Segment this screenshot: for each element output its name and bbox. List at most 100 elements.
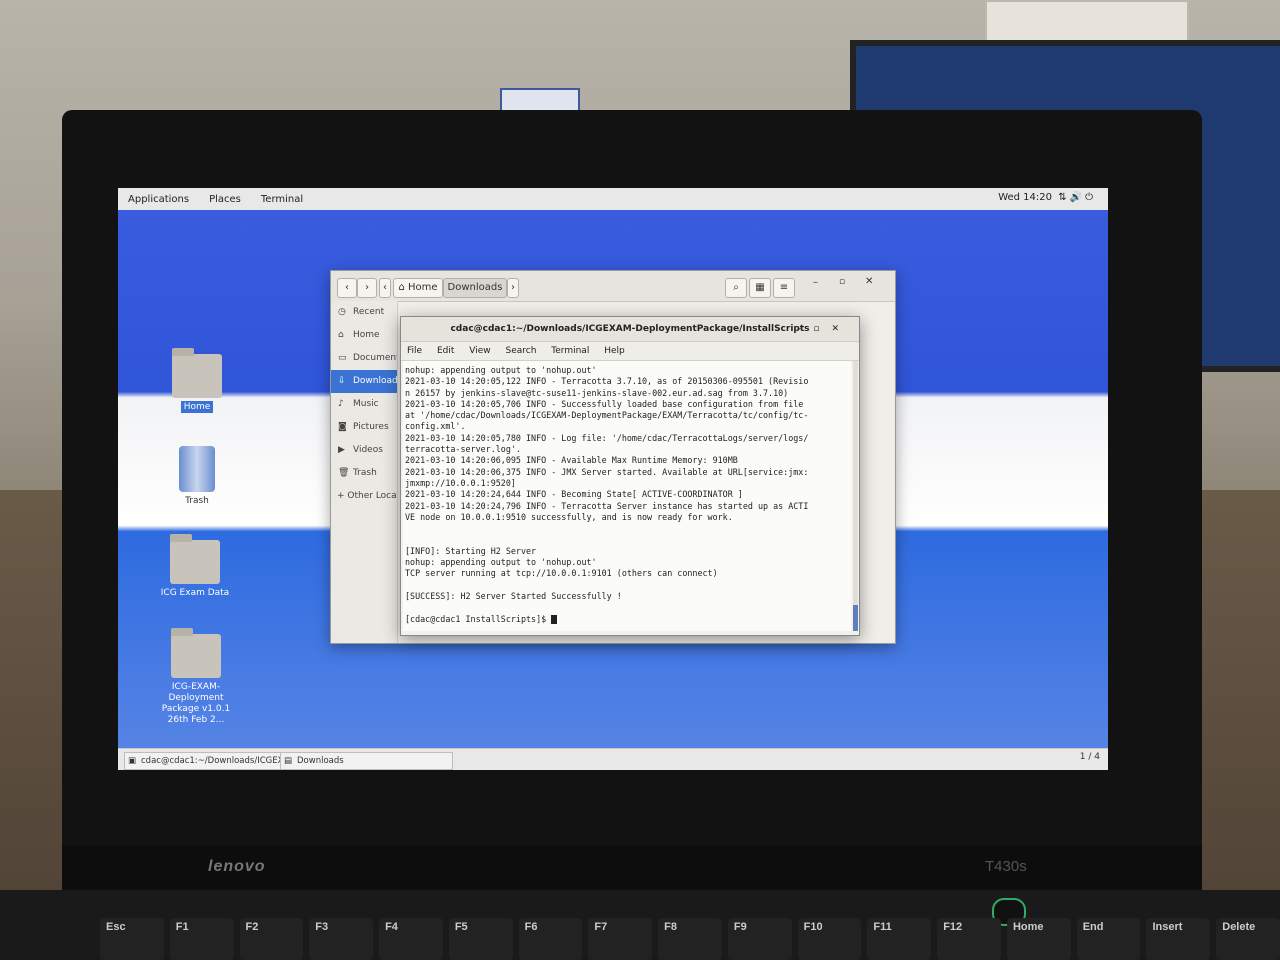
key-f9[interactable]: F9 xyxy=(727,918,792,960)
terminal-titlebar[interactable]: cdac@cdac1:~/Downloads/ICGEXAM-Deploymen… xyxy=(401,317,859,342)
sidebar-item-recent[interactable]: ◷ Recent xyxy=(331,301,397,324)
sidebar-item-label: Recent xyxy=(353,307,385,317)
key-f7[interactable]: F7 xyxy=(588,918,653,960)
terminal-line: 2021-03-10 14:20:05,706 INFO - Successfu… xyxy=(405,398,804,409)
menu-view[interactable]: View xyxy=(469,346,490,356)
clock[interactable]: Wed 14:20 xyxy=(998,192,1052,203)
volume-icon[interactable]: 🔊 xyxy=(1070,192,1085,203)
search-button[interactable]: ⌕ xyxy=(725,278,747,298)
workspace-pager[interactable]: 1 / 4 xyxy=(1080,752,1100,762)
key-end[interactable]: End xyxy=(1076,918,1141,960)
close-button[interactable]: ✕ xyxy=(865,276,873,287)
key-f6[interactable]: F6 xyxy=(518,918,583,960)
document-icon: ▭ xyxy=(338,353,347,363)
terminal-line: nohup: appending output to 'nohup.out' xyxy=(405,557,597,568)
task-terminal[interactable]: ▣ cdac@cdac1:~/Downloads/ICGEXAM... xyxy=(124,752,292,770)
sidebar-item-downloads[interactable]: ⇩ Downloads xyxy=(331,370,397,393)
terminal-output[interactable]: nohup: appending output to 'nohup.out' 20… xyxy=(403,361,851,631)
maximize-button[interactable]: ▫ xyxy=(839,277,845,287)
terminal-line: 2021-03-10 14:20:06,375 INFO - JMX Serve… xyxy=(405,466,809,477)
key-f11[interactable]: F11 xyxy=(867,918,932,960)
terminal-line: 2021-03-10 14:20:24,796 INFO - Terracott… xyxy=(405,500,809,511)
key-esc[interactable]: Esc xyxy=(100,918,164,960)
model-label: T430s xyxy=(985,858,1027,875)
desktop-icon-trash[interactable]: Trash xyxy=(162,446,232,506)
home-icon: ⌂ xyxy=(398,282,405,293)
folder-icon xyxy=(170,534,220,584)
close-button[interactable]: ✕ xyxy=(831,324,851,334)
menu-help[interactable]: Help xyxy=(604,346,625,356)
key-f2[interactable]: F2 xyxy=(239,918,304,960)
menu-search[interactable]: Search xyxy=(505,346,536,356)
laptop-screen: Applications Places Terminal Wed 14:20 ⇅… xyxy=(118,188,1108,770)
menu-button[interactable]: ≡ xyxy=(773,278,795,298)
home-icon: ⌂ xyxy=(338,330,344,340)
minimize-button[interactable]: – xyxy=(797,324,814,334)
file-manager-sidebar: ◷ Recent ⌂ Home ▭ Documents ⇩ Downloads ♪ Mus… xyxy=(331,301,398,643)
system-tray[interactable]: ⇅🔊⏻ xyxy=(1058,192,1096,203)
minimize-button[interactable]: – xyxy=(813,277,818,288)
menu-edit[interactable]: Edit xyxy=(437,346,454,356)
camera-icon: ◙ xyxy=(338,422,347,432)
sidebar-item-trash[interactable]: 🗑 Trash xyxy=(331,462,397,485)
key-f3[interactable]: F3 xyxy=(309,918,374,960)
folder-icon xyxy=(171,628,221,678)
terminal-line: terracotta-server.log'. xyxy=(405,444,521,455)
terminal-line: 2021-03-10 14:20:06,095 INFO - Available… xyxy=(405,455,738,466)
key-home[interactable]: Home xyxy=(1006,918,1071,960)
terminal-line: config.xml'. xyxy=(405,421,466,432)
sidebar-item-documents[interactable]: ▭ Documents xyxy=(331,347,397,370)
desktop-icon-deployment-package[interactable]: ICG-EXAM-Deployment Package v1.0.1 26th … xyxy=(154,628,238,726)
sidebar-item-pictures[interactable]: ◙ Pictures xyxy=(331,416,397,439)
task-downloads[interactable]: ▤ Downloads xyxy=(280,752,453,770)
breadcrumb-downloads[interactable]: Downloads xyxy=(443,278,507,298)
sidebar-item-music[interactable]: ♪ Music xyxy=(331,393,397,416)
menu-terminal[interactable]: Terminal xyxy=(551,346,589,356)
back-button[interactable]: ‹ xyxy=(337,278,357,298)
path-left-arrow[interactable]: ‹ xyxy=(379,278,391,298)
key-delete[interactable]: Delete xyxy=(1216,918,1280,960)
view-toggle-button[interactable]: ▦ xyxy=(749,278,771,298)
key-f10[interactable]: F10 xyxy=(797,918,862,960)
desktop-icon-icg-exam-data[interactable]: ICG Exam Data xyxy=(160,534,230,598)
terminal-menubar: File Edit View Search Terminal Help xyxy=(401,342,859,361)
terminal-scrollbar[interactable] xyxy=(853,361,858,631)
places-menu[interactable]: Places xyxy=(199,194,251,205)
key-f8[interactable]: F8 xyxy=(658,918,722,960)
desktop-icon-label: ICG Exam Data xyxy=(160,588,230,598)
menu-file[interactable]: File xyxy=(407,346,422,356)
forward-button[interactable]: › xyxy=(357,278,377,298)
download-icon: ⇩ xyxy=(338,376,346,386)
sidebar-item-label: Music xyxy=(353,399,379,409)
key-f12[interactable]: F12 xyxy=(937,918,1001,960)
sidebar-item-label: Videos xyxy=(353,445,383,455)
file-manager-header: ‹ › ‹ ⌂ Home Downloads › ⌕ ▦ ≡ – ▫ ✕ xyxy=(331,271,895,302)
key-f5[interactable]: F5 xyxy=(448,918,513,960)
breadcrumb-home[interactable]: ⌂ Home xyxy=(393,278,443,298)
key-insert[interactable]: Insert xyxy=(1146,918,1211,960)
trash-icon: 🗑 xyxy=(338,468,350,478)
terminal-line: n 26157 by jenkins-slave@tc-suse11-jenki… xyxy=(405,387,789,398)
terminal-menu[interactable]: Terminal xyxy=(251,194,313,205)
sidebar-item-other-locations[interactable]: + Other Locations xyxy=(331,485,397,508)
terminal-window[interactable]: cdac@cdac1:~/Downloads/ICGEXAM-Deploymen… xyxy=(400,316,860,636)
terminal-line: TCP server running at tcp://10.0.0.1:910… xyxy=(405,568,718,579)
sidebar-item-home[interactable]: ⌂ Home xyxy=(331,324,397,347)
terminal-icon: ▣ xyxy=(128,756,137,766)
network-icon[interactable]: ⇅ xyxy=(1058,192,1069,203)
path-right-arrow[interactable]: › xyxy=(507,278,519,298)
power-icon[interactable]: ⏻ xyxy=(1085,192,1096,203)
sidebar-item-videos[interactable]: ▶ Videos xyxy=(331,439,397,462)
key-f1[interactable]: F1 xyxy=(169,918,234,960)
key-f4[interactable]: F4 xyxy=(379,918,443,960)
trash-icon xyxy=(179,446,215,492)
applications-menu[interactable]: Applications xyxy=(118,194,199,205)
maximize-button[interactable]: ▫ xyxy=(813,324,831,334)
top-panel: Applications Places Terminal Wed 14:20 ⇅… xyxy=(118,188,1108,210)
hamburger-icon: ≡ xyxy=(779,282,789,293)
home-folder-icon xyxy=(172,348,222,398)
desktop-icon-home[interactable]: Home xyxy=(162,348,232,413)
brand-logo: lenovo xyxy=(208,858,266,875)
